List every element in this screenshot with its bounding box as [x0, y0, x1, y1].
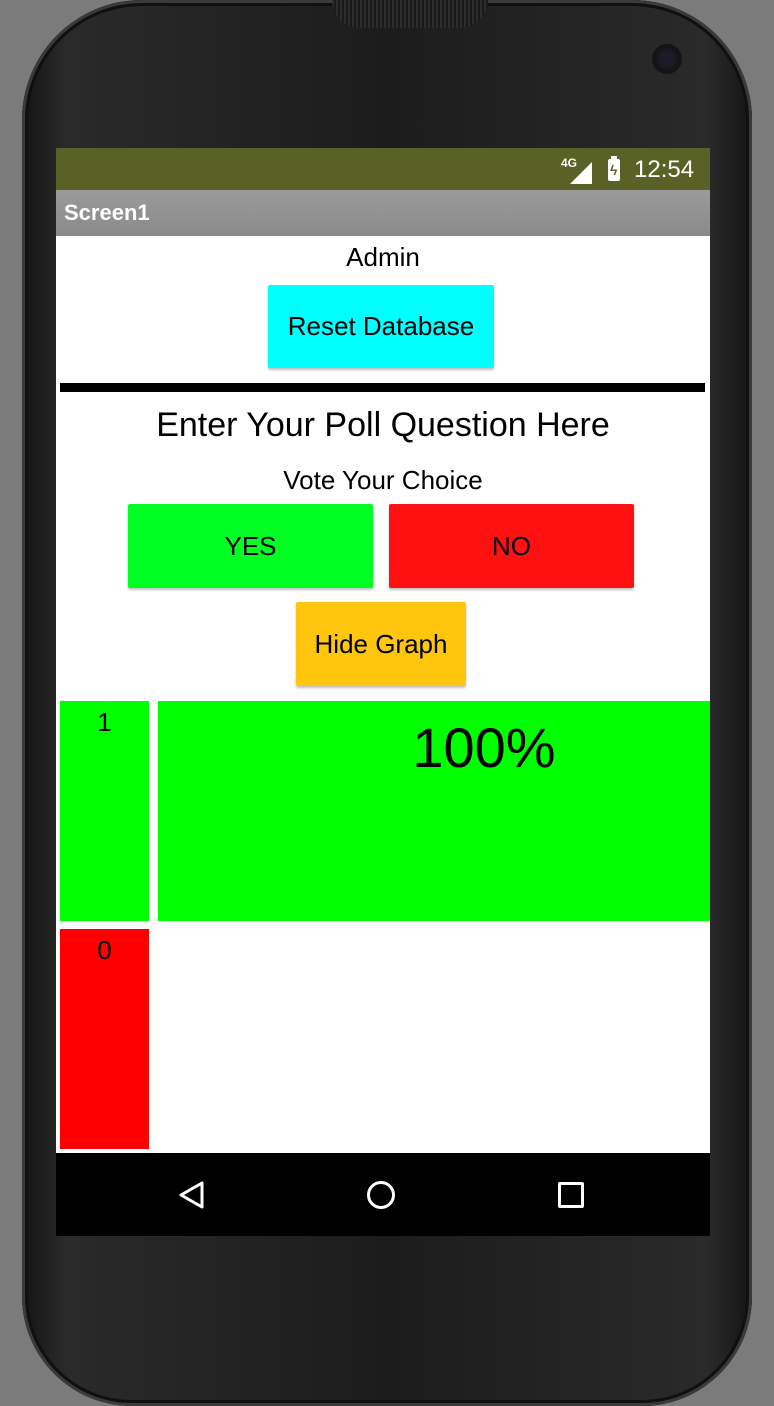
no-count-box: 0 — [60, 929, 149, 1149]
speaker-grille — [332, 0, 488, 28]
yes-count-box: 1 — [60, 701, 149, 921]
yes-percent-label: 100% — [412, 716, 556, 779]
back-icon[interactable] — [178, 1181, 206, 1209]
poll-question: Enter Your Poll Question Here — [156, 406, 610, 444]
no-count: 0 — [97, 935, 112, 965]
main-content[interactable]: Admin Reset Database Enter Your Poll Que… — [56, 236, 710, 1153]
signal-icon — [570, 162, 592, 184]
divider — [60, 383, 705, 392]
front-camera — [652, 44, 682, 74]
vote-label: Vote Your Choice — [283, 465, 483, 495]
navigation-bar — [56, 1153, 710, 1236]
device-screen: 4G ϟ 12:54 Screen1 Admin Reset Database … — [56, 148, 710, 1236]
home-icon[interactable] — [367, 1181, 395, 1209]
hide-graph-button[interactable]: Hide Graph — [296, 602, 466, 686]
yes-result-bar: 100% — [158, 701, 710, 921]
status-time: 12:54 — [634, 156, 695, 183]
reset-database-button[interactable]: Reset Database — [268, 285, 494, 368]
app-title: Screen1 — [64, 200, 150, 225]
status-bar: 4G ϟ 12:54 — [56, 148, 710, 190]
app-bar: Screen1 — [56, 190, 710, 236]
yes-count: 1 — [97, 707, 112, 737]
no-button[interactable]: NO — [389, 504, 634, 588]
battery-charging-icon: ϟ — [608, 156, 620, 181]
recent-apps-icon[interactable] — [558, 1182, 584, 1208]
admin-label: Admin — [346, 242, 420, 272]
yes-button[interactable]: YES — [128, 504, 373, 588]
